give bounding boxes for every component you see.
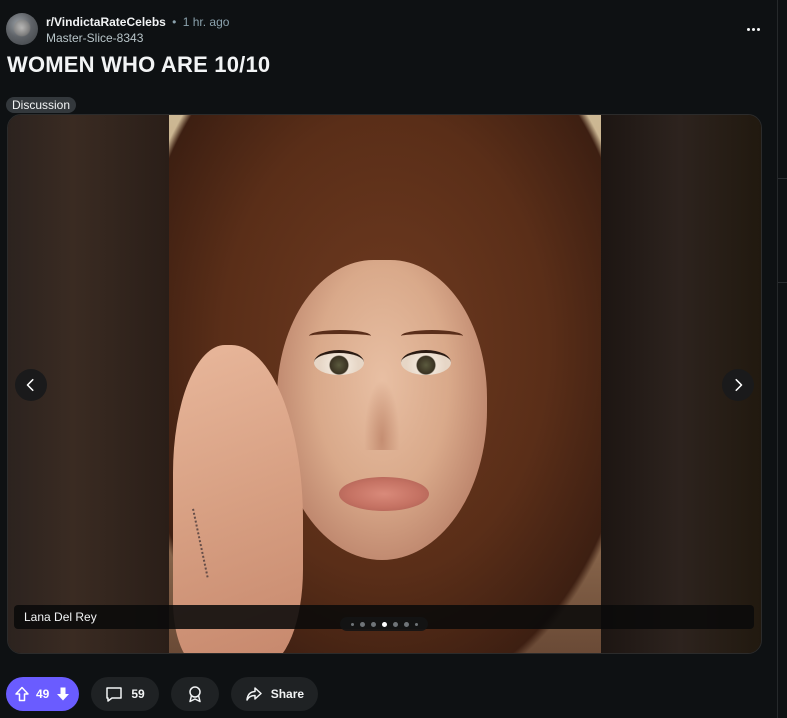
comment-bubble-icon <box>106 687 123 702</box>
pagination-dot[interactable] <box>370 621 376 627</box>
post-flair[interactable]: Discussion <box>6 97 77 113</box>
pagination-dot-active[interactable] <box>381 621 387 627</box>
vote-count: 49 <box>36 687 50 701</box>
photo-eye-left <box>314 350 364 375</box>
post-action-bar: 49 59 Share <box>6 677 319 711</box>
pagination-dot[interactable] <box>392 621 398 627</box>
share-button[interactable]: Share <box>230 677 319 711</box>
chevron-right-icon <box>735 378 743 392</box>
gallery-image[interactable] <box>169 115 601 653</box>
author-link[interactable]: Master-Slice-8343 <box>46 30 143 46</box>
subreddit-avatar[interactable] <box>6 13 38 45</box>
downvote-arrow-icon[interactable] <box>55 686 71 702</box>
share-arrow-icon <box>245 687 262 701</box>
right-sidebar-edge <box>777 0 787 718</box>
photo-eye-right <box>401 350 451 375</box>
image-gallery[interactable]: Lana Del Rey <box>7 114 762 654</box>
gallery-next-button[interactable] <box>722 369 754 401</box>
more-dot <box>756 27 760 31</box>
post-time: 1 hr. ago <box>182 15 230 29</box>
pagination-dot[interactable] <box>359 621 365 627</box>
photo-brow-right <box>401 330 463 342</box>
pagination-dot[interactable] <box>403 621 409 627</box>
post-title[interactable]: WOMEN WHO ARE 10/10 <box>7 51 270 79</box>
overflow-menu-button[interactable] <box>740 16 766 42</box>
gallery-pagination-dots[interactable] <box>340 617 428 631</box>
chevron-left-icon <box>26 378 34 392</box>
more-horizontal-icon <box>746 27 750 31</box>
gallery-caption: Lana Del Rey <box>24 610 97 624</box>
more-dot <box>751 27 755 31</box>
photo-nose <box>364 380 400 450</box>
comment-count: 59 <box>131 687 145 701</box>
photo-lips <box>339 477 429 511</box>
vote-group: 49 <box>6 677 80 711</box>
sidebar-divider <box>778 178 787 179</box>
subreddit-link[interactable]: r/VindictaRateCelebs <box>46 15 166 29</box>
comments-button[interactable]: 59 <box>91 677 159 711</box>
gallery-prev-button[interactable] <box>15 369 47 401</box>
post-card: r/VindictaRateCelebs • 1 hr. ago Master-… <box>0 0 776 718</box>
photo-brow-left <box>309 330 371 342</box>
award-button[interactable] <box>170 677 219 711</box>
award-icon <box>188 686 201 703</box>
post-meta: r/VindictaRateCelebs • 1 hr. ago <box>46 14 229 30</box>
upvote-arrow-icon[interactable] <box>14 686 30 702</box>
pagination-dot[interactable] <box>414 622 418 626</box>
share-label: Share <box>270 687 305 701</box>
pagination-dot[interactable] <box>350 622 354 626</box>
meta-separator: • <box>172 15 177 29</box>
sidebar-divider <box>778 282 787 283</box>
